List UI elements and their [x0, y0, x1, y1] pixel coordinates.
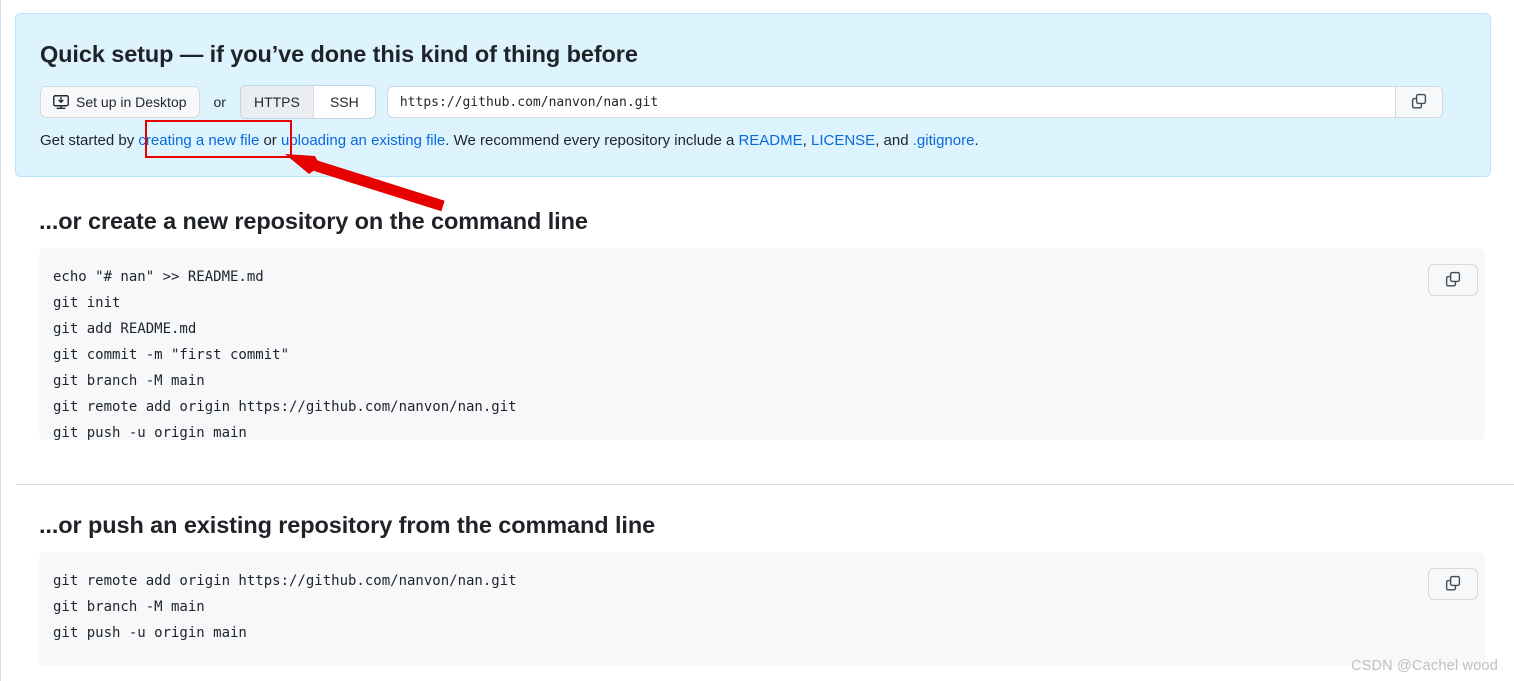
- create-repository-code: echo "# nan" >> README.md git init git a…: [53, 269, 517, 441]
- desktop-download-icon: [53, 94, 69, 110]
- create-repository-code-block: echo "# nan" >> README.md git init git a…: [39, 248, 1485, 441]
- quick-setup-controls-row: Set up in Desktop or HTTPS SSH: [40, 85, 1443, 119]
- help-sep-2: , and: [875, 132, 913, 149]
- clone-url-input[interactable]: [386, 86, 1395, 118]
- or-separator-label: or: [213, 94, 226, 110]
- clone-url-field-group: [386, 86, 1443, 118]
- csdn-watermark: CSDN @Cachel wood: [1350, 658, 1498, 674]
- set-up-in-desktop-label: Set up in Desktop: [76, 94, 187, 110]
- link-uploading-an-existing-file[interactable]: uploading an existing file: [281, 132, 445, 149]
- help-prefix: Get started by: [40, 132, 139, 149]
- push-existing-repository-heading: ...or push an existing repository from t…: [39, 512, 656, 538]
- quick-setup-title: Quick setup — if you’ve done this kind o…: [40, 41, 638, 67]
- help-mid-2: . We recommend every repository include …: [445, 132, 739, 149]
- link-creating-a-new-file[interactable]: creating a new file: [138, 132, 259, 149]
- copy-icon: [1411, 93, 1427, 112]
- copy-create-repository-code-button[interactable]: [1428, 264, 1478, 296]
- link-license[interactable]: LICENSE: [811, 132, 875, 149]
- help-sep-1: ,: [802, 132, 811, 149]
- help-suffix: .: [974, 132, 979, 149]
- section-divider: [16, 484, 1514, 485]
- create-repository-heading: ...or create a new repository on the com…: [39, 208, 588, 234]
- protocol-button-ssh[interactable]: SSH: [312, 86, 375, 118]
- copy-icon: [1445, 575, 1461, 594]
- protocol-toggle-group: HTTPS SSH: [239, 85, 376, 119]
- get-started-help-text: Get started by creating a new file or up…: [40, 131, 979, 151]
- help-mid-1: or: [259, 132, 281, 149]
- push-existing-repository-code-block: git remote add origin https://github.com…: [39, 552, 1485, 666]
- copy-icon: [1445, 271, 1461, 290]
- quick-setup-panel: Quick setup — if you’ve done this kind o…: [15, 13, 1491, 177]
- set-up-in-desktop-button[interactable]: Set up in Desktop: [40, 86, 200, 118]
- link-gitignore[interactable]: .gitignore: [913, 132, 975, 149]
- push-existing-repository-code: git remote add origin https://github.com…: [53, 573, 517, 641]
- copy-push-existing-repository-code-button[interactable]: [1428, 568, 1478, 600]
- copy-clone-url-button[interactable]: [1394, 86, 1443, 118]
- repository-quick-setup-page: Quick setup — if you’ve done this kind o…: [0, 0, 1514, 681]
- protocol-button-https[interactable]: HTTPS: [240, 86, 313, 118]
- link-readme[interactable]: README: [738, 132, 802, 149]
